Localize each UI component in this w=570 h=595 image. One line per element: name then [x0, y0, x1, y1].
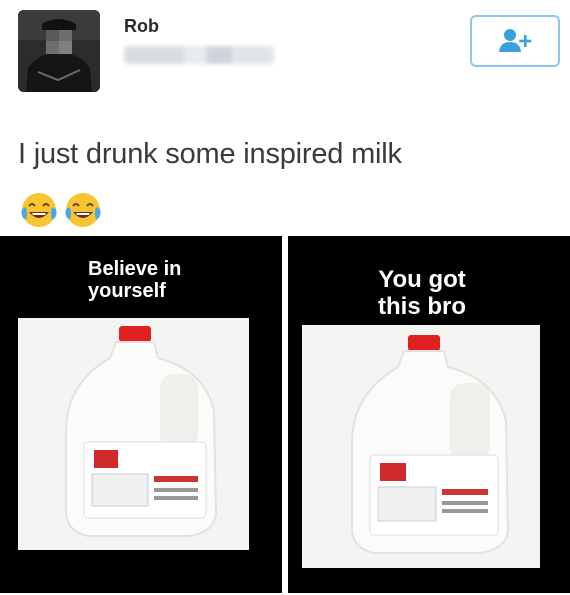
- redacted-handle: [124, 46, 274, 64]
- tweet-text: I just drunk some inspired milk: [18, 138, 402, 170]
- milk-jug-icon: [302, 325, 540, 568]
- avatar-photo: [18, 10, 100, 92]
- add-user-icon: [499, 29, 532, 52]
- face-with-tears-of-joy-icon: [65, 193, 101, 227]
- milk-jug-photo: [18, 318, 249, 550]
- meme-caption: You got this bro: [378, 266, 466, 320]
- milk-jug-photo: [302, 325, 540, 568]
- milk-jug-icon: [18, 318, 249, 550]
- meme-image-right[interactable]: You got this bro: [288, 236, 570, 593]
- avatar[interactable]: [18, 10, 100, 92]
- post-header: Rob: [0, 0, 570, 110]
- follow-button[interactable]: [470, 15, 560, 67]
- username[interactable]: Rob: [124, 16, 159, 37]
- meme-caption: Believe in yourself: [88, 258, 182, 303]
- meme-image-left[interactable]: Believe in yourself: [0, 236, 282, 593]
- face-with-tears-of-joy-icon: [21, 193, 57, 227]
- emoji-row: [18, 189, 104, 231]
